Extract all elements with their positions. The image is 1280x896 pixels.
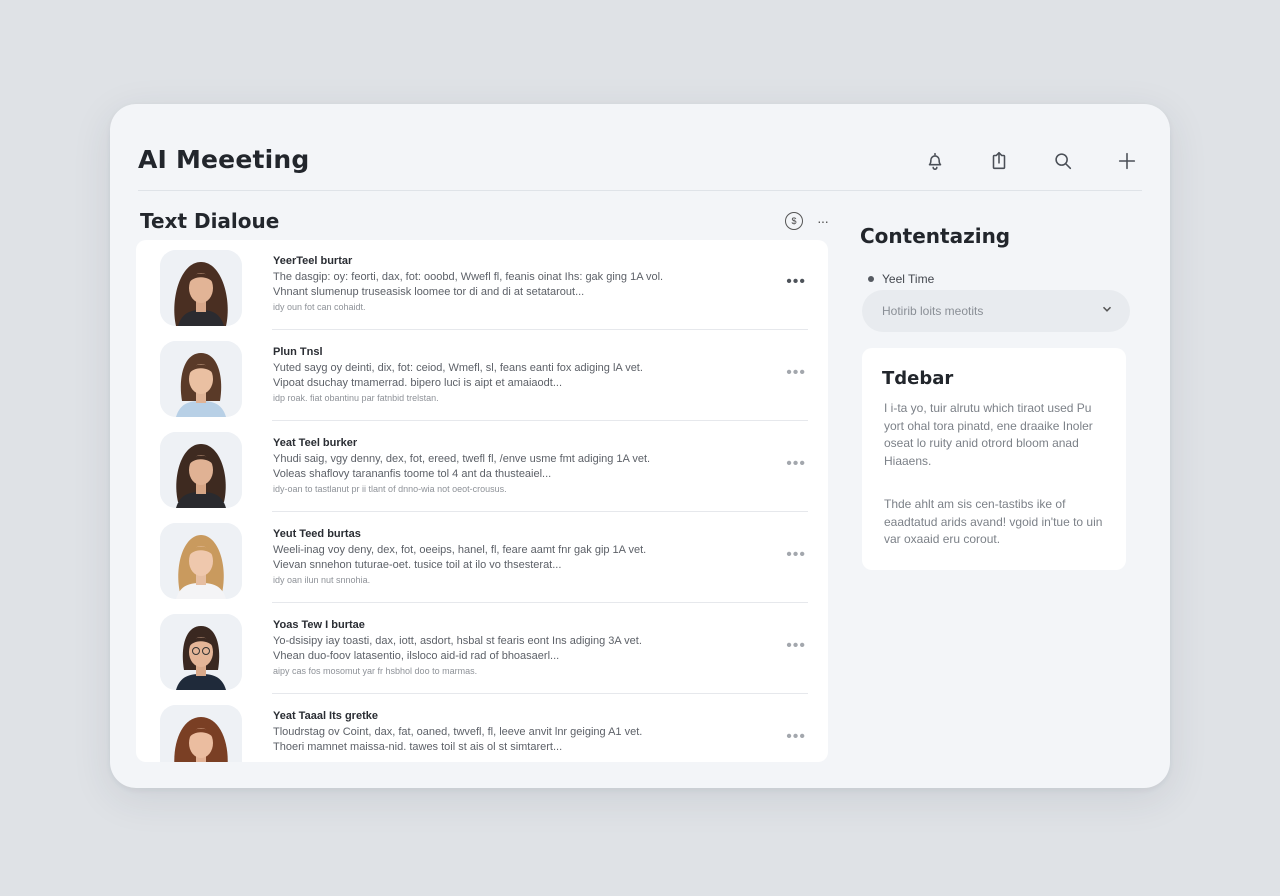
row-more-button[interactable]: ••• [786, 274, 806, 290]
avatar [160, 523, 242, 599]
row-title: Yoas Tew I burtae [273, 619, 365, 631]
list-item[interactable]: Yoas Tew I burtae Yo-dsisipy iay toasti,… [136, 604, 828, 694]
row-text: Yuted sayg oy deinti, dix, fot: ceiod, W… [273, 362, 643, 374]
row-meta: idp roak. fiat obantinu par fatnbid trel… [273, 393, 439, 403]
row-meta: idy oan ilun nut snnohia. [273, 575, 371, 585]
row-text: Vhean duo-foov latasentio, ilsloco aid-i… [273, 650, 560, 662]
bell-icon [928, 152, 942, 171]
list-item[interactable]: Yeat Teel burker Yhudi saig, vgy denny, … [136, 422, 828, 512]
row-text: Yo-dsisipy iay toasti, dax, iott, asdort… [273, 635, 642, 647]
row-more-button[interactable]: ••• [786, 638, 806, 654]
row-text: Vievan snnehon tuturae-oet. tusice toil … [273, 559, 562, 571]
meeting-select[interactable]: Hotirib loits meotits [862, 290, 1130, 332]
dialogue-more-button[interactable]: ··· [817, 214, 829, 228]
row-text: Yhudi saig, vgy denny, dex, fot, ereed, … [273, 453, 651, 465]
row-title: YeerTeel burtar [273, 255, 353, 267]
avatar [160, 432, 242, 508]
card-title: Tdebar [882, 368, 954, 389]
avatar [160, 250, 242, 326]
list-item[interactable]: Yeat Taaal Its gretke Tloudrstag ov Coin… [136, 695, 828, 762]
person-avatar-icon [160, 705, 242, 762]
notifications-button[interactable] [920, 146, 950, 176]
row-more-button[interactable]: ••• [786, 547, 806, 563]
divider [272, 511, 808, 512]
person-avatar-icon [160, 614, 242, 690]
dialogue-actions: $ ··· [785, 212, 829, 230]
app-window: AI Meeeting Text Dialoue $ ··· YeerTeel … [110, 104, 1170, 788]
row-meta: aipy cas fos mosomut yar fr hsbhol doo t… [273, 666, 478, 676]
row-text: Weeli-inag voy deny, dex, fot, oeeips, h… [273, 544, 647, 556]
share-icon [992, 151, 1006, 170]
row-title: Yeat Taaal Its gretke [273, 710, 378, 722]
app-title: AI Meeeting [138, 145, 310, 174]
row-more-button[interactable]: ••• [786, 729, 806, 745]
search-icon [1055, 153, 1072, 170]
card-paragraph: I i-ta yo, tuir alrutu which tiraot used… [884, 401, 1093, 468]
row-meta: idy oun fot can cohaidt. [273, 302, 366, 312]
sidebar-label: Yeel Time [868, 272, 934, 286]
person-avatar-icon [160, 250, 242, 326]
person-avatar-icon [160, 432, 242, 508]
dialogue-header: Text Dialoue $ ··· [140, 206, 829, 236]
card-paragraph: Thde ahlt am sis cen-tastibs ike of eaad… [884, 497, 1103, 546]
avatar [160, 341, 242, 417]
list-item[interactable]: YeerTeel burtar The dasgip: oy: feorti, … [136, 240, 828, 330]
divider [272, 693, 808, 694]
chevron-down-icon [1100, 302, 1116, 318]
plus-icon [1118, 152, 1136, 170]
row-text: Vhnant slumenup truseasisk loomee tor di… [273, 286, 585, 298]
row-title: Yeut Teed burtas [273, 528, 361, 540]
row-title: Yeat Teel burker [273, 437, 358, 449]
add-button[interactable] [1112, 146, 1142, 176]
divider [272, 420, 808, 421]
sidebar-label-text: Yeel Time [882, 272, 935, 286]
row-text: Thoeri mamnet maissa-nid. tawes toil st … [273, 741, 563, 753]
app-header: AI Meeeting [138, 104, 1142, 191]
dialogue-title: Text Dialoue [140, 209, 280, 233]
info-card: Tdebar I i-ta yo, tuir alrutu which tira… [862, 348, 1126, 570]
list-item[interactable]: Plun Tnsl Yuted sayg oy deinti, dix, fot… [136, 331, 828, 421]
row-more-button[interactable]: ••• [786, 456, 806, 472]
row-title: Plun Tnsl [273, 346, 323, 358]
share-button[interactable] [984, 146, 1014, 176]
bullet-icon [868, 276, 874, 282]
row-text: Vipoat dsuchay tmamerrad. bipero luci is… [273, 377, 563, 389]
avatar [160, 614, 242, 690]
toolbar [920, 146, 1142, 176]
row-text: Tloudrstag ov Coint, dax, fat, oaned, tw… [273, 726, 643, 738]
dialogue-panel: Text Dialoue $ ··· YeerTeel burtar The d… [136, 200, 829, 762]
dialogue-list: YeerTeel burtar The dasgip: oy: feorti, … [136, 240, 828, 762]
divider [272, 602, 808, 603]
avatar [160, 705, 242, 762]
row-text: Voleas shaflovy tarananfis toome tol 4 a… [273, 468, 552, 480]
person-avatar-icon [160, 341, 242, 417]
select-value: Hotirib loits meotits [882, 304, 984, 318]
dialogue-info-button[interactable]: $ [785, 212, 803, 230]
row-text: The dasgip: oy: feorti, dax, fot: ooobd,… [273, 271, 664, 283]
list-item[interactable]: Yeut Teed burtas Weeli-inag voy deny, de… [136, 513, 828, 603]
divider [272, 329, 808, 330]
search-button[interactable] [1048, 146, 1078, 176]
person-avatar-icon [160, 523, 242, 599]
row-more-button[interactable]: ••• [786, 365, 806, 381]
sidebar-title: Contentazing [860, 224, 1011, 248]
row-meta: idy-oan to tastlanut pr ii tlant of dnno… [273, 484, 507, 494]
